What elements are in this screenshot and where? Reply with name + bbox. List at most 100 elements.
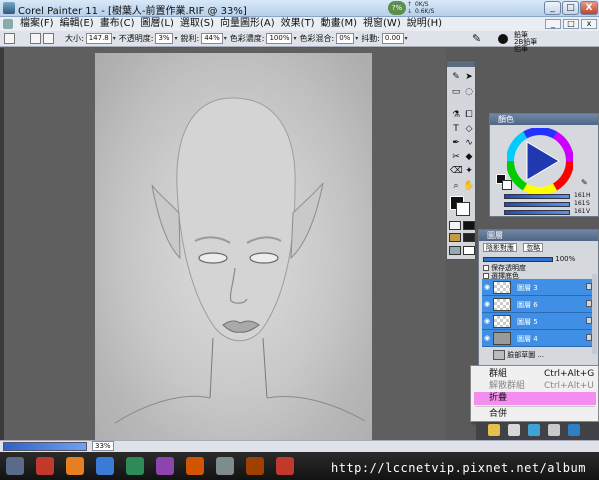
sharpness-input[interactable]: 44% (201, 33, 223, 44)
pencil-brush-icon[interactable]: ✎ (472, 32, 484, 46)
look-selector-icon[interactable] (449, 246, 461, 255)
taskbar-app-icon[interactable] (276, 457, 294, 475)
paper-selector-icon[interactable] (449, 221, 461, 230)
menu-effects[interactable]: 效果(T) (278, 18, 318, 30)
document-icon[interactable] (3, 19, 13, 29)
additional-color-swatch[interactable] (456, 202, 470, 216)
menu-file[interactable]: 檔案(F) (17, 18, 57, 30)
resat-input[interactable]: 100% (266, 33, 293, 44)
brush-selector[interactable]: ✎ 鉛筆 2B鉛筆 鋁筆 (470, 32, 599, 53)
nozzle-selector-icon[interactable] (463, 246, 475, 255)
saturation-slider[interactable]: 161 S (496, 200, 596, 208)
hand-icon[interactable]: ✋ (463, 180, 475, 192)
painting-canvas[interactable] (95, 53, 372, 440)
resat-dropdown-icon[interactable]: ▾ (293, 35, 296, 42)
lasso-icon[interactable]: ◌ (463, 86, 475, 98)
menu-help[interactable]: 說明(H) (404, 18, 445, 30)
eye-icon[interactable]: ◉ (484, 283, 491, 291)
menu-layers[interactable]: 圖層(L) (137, 18, 176, 30)
gradient-selector-icon[interactable] (463, 221, 475, 230)
jitter-dropdown-icon[interactable]: ▾ (405, 35, 408, 42)
value-slider-track[interactable] (504, 210, 570, 215)
globe-icon[interactable] (568, 424, 580, 436)
composite-method-select[interactable]: 陰影對應 (483, 243, 517, 252)
selection-arrow-icon[interactable]: ➤ (463, 71, 475, 83)
hue-slider-track[interactable] (504, 194, 570, 199)
water-icon[interactable] (528, 424, 540, 436)
crop-icon[interactable]: ⧠ (463, 109, 475, 121)
menu-shapes[interactable]: 向量圖形(A) (217, 18, 278, 30)
jitter-input[interactable]: 0.00 (381, 33, 404, 44)
layer-row[interactable]: ◉ 圖層 5 (482, 313, 595, 330)
brush-library-icon[interactable] (508, 424, 520, 436)
eraser-icon[interactable]: ⌫ (450, 165, 463, 177)
saturation-slider-track[interactable] (504, 202, 570, 207)
burn-tool-icon[interactable]: ✦ (463, 165, 475, 177)
minimize-button[interactable]: _ (544, 1, 561, 15)
color-wheel[interactable] (507, 128, 573, 194)
layer-opacity-slider[interactable] (483, 256, 553, 262)
eye-icon[interactable]: ◉ (484, 334, 491, 342)
taskbar-app-icon[interactable] (36, 457, 54, 475)
reset-tool-icon[interactable] (4, 33, 15, 44)
menu-item-collapse[interactable]: 折疊 (474, 392, 596, 405)
layer-row[interactable]: ◉ 圖層 4 (482, 330, 595, 347)
tool-library-icon[interactable] (548, 424, 560, 436)
pen-tool-icon[interactable]: ✒ (450, 137, 462, 149)
shape-tool-icon[interactable]: ◇ (463, 123, 475, 135)
close-button[interactable]: X (580, 1, 598, 15)
bottom-layer-row[interactable]: 臉部草圖 ... (493, 350, 544, 360)
magnifier-icon[interactable]: ⌕ (450, 180, 462, 192)
curve-tool-icon[interactable]: ∿ (463, 137, 475, 149)
taskbar-app-icon[interactable] (156, 457, 174, 475)
taskbar-app-icon[interactable] (186, 457, 204, 475)
pattern-selector-icon[interactable] (449, 233, 461, 242)
weaving-selector-icon[interactable] (463, 233, 475, 242)
brush-tool-icon[interactable]: ✎ (450, 71, 462, 83)
size-input[interactable]: 147.8 (85, 33, 112, 44)
bleed-input[interactable]: 0% (336, 33, 355, 44)
dropper-icon[interactable]: ⚗ (450, 109, 462, 121)
menu-item-merge[interactable]: 合併 (474, 408, 596, 421)
eye-icon[interactable]: ◉ (484, 300, 491, 308)
clone-tool-icon[interactable]: ✂ (450, 151, 462, 163)
taskbar-app-icon[interactable] (216, 457, 234, 475)
rect-select-icon[interactable]: ▭ (450, 86, 462, 98)
menu-window[interactable]: 視窗(W) (360, 18, 404, 30)
hue-slider[interactable]: 161 H (496, 192, 596, 200)
menu-movie[interactable]: 動畫(M) (318, 18, 360, 30)
layers-scrollbar[interactable] (592, 274, 597, 354)
layer-row[interactable]: ◉ 圖層 6 (482, 296, 595, 313)
taskbar-app-icon[interactable] (66, 457, 84, 475)
eye-icon[interactable]: ◉ (484, 317, 491, 325)
menu-select[interactable]: 選取(S) (177, 18, 217, 30)
value-slider[interactable]: 161 V (496, 208, 596, 216)
composite-depth-select[interactable]: 忽略 (523, 243, 544, 252)
start-orb-icon[interactable] (6, 457, 24, 475)
star-icon[interactable] (488, 424, 500, 436)
additional-color-mini-swatch[interactable] (502, 180, 512, 190)
brush-variant-icon[interactable] (30, 33, 41, 44)
stroke-type-icon[interactable] (43, 33, 54, 44)
layer-row[interactable]: ◉ 圖層 3 (482, 279, 595, 296)
paint-bucket-icon[interactable]: ◆ (463, 151, 475, 163)
text-tool-icon[interactable]: T (450, 123, 462, 135)
opacity-input[interactable]: 3% (155, 33, 174, 44)
bleed-dropdown-icon[interactable]: ▾ (355, 35, 358, 42)
zoom-percent[interactable]: 33% (92, 441, 114, 451)
taskbar-app-icon[interactable] (126, 457, 144, 475)
menu-edit[interactable]: 編輯(E) (57, 18, 97, 30)
zoom-slider[interactable] (3, 442, 87, 451)
doc-close-button[interactable]: x (581, 19, 597, 29)
sharpness-dropdown-icon[interactable]: ▾ (224, 35, 227, 42)
doc-minimize-button[interactable]: _ (545, 19, 561, 29)
taskbar-app-icon[interactable] (246, 457, 264, 475)
menu-canvas[interactable]: 畫布(C) (97, 18, 138, 30)
dab-preview-icon[interactable] (498, 34, 508, 44)
maximize-button[interactable]: □ (562, 1, 579, 15)
doc-restore-button[interactable]: □ (563, 19, 579, 29)
opacity-dropdown-icon[interactable]: ▾ (174, 35, 177, 42)
eyedropper-icon[interactable]: ✎ (581, 178, 588, 187)
taskbar-app-icon[interactable] (96, 457, 114, 475)
size-dropdown-icon[interactable]: ▾ (113, 35, 116, 42)
